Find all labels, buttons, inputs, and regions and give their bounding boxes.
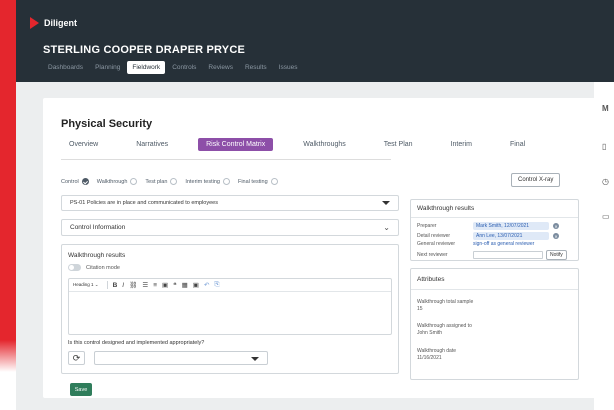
chevron-down-icon: ⌄ [94, 282, 99, 287]
attribute-item: Walkthrough total sample 15 [417, 299, 474, 312]
attribute-item: Walkthrough date 11/16/2021 [417, 348, 457, 361]
policy-select[interactable]: PS-01 Policies are in place and communic… [61, 195, 399, 211]
side-panel-title-fragment: M [602, 104, 609, 113]
attributes-panel: Attributes Walkthrough total sample 15 W… [410, 268, 579, 380]
main-nav: Dashboards Planning Fieldwork Controls R… [43, 61, 302, 74]
citation-mode-toggle[interactable] [68, 264, 81, 271]
calendar-icon[interactable]: ▭ [602, 212, 610, 221]
caret-down-icon [382, 201, 390, 205]
quote-icon[interactable]: ❝ [173, 281, 177, 289]
general-reviewer-row: General reviewer sign-off as general rev… [417, 241, 535, 247]
filter-walkthrough[interactable]: Walkthrough [97, 178, 138, 185]
walkthrough-results-form: Walkthrough results Citation mode Headin… [61, 244, 399, 374]
bold-icon[interactable]: B [113, 282, 118, 289]
radio-circle-icon [222, 178, 230, 185]
citation-mode-label: Citation mode [86, 265, 120, 271]
tab-overview[interactable]: Overview [61, 138, 106, 151]
page-title: Physical Security [61, 118, 153, 130]
sign-off-link[interactable]: sign-off as general reviewer [473, 241, 534, 247]
walkthrough-results-panel: Walkthrough results Preparer Mark Smith,… [410, 199, 579, 261]
nav-reviews[interactable]: Reviews [203, 61, 238, 74]
brand-logo[interactable]: Diligent [30, 17, 77, 29]
design-question: Is this control designed and implemented… [68, 340, 205, 346]
bullet-list-icon[interactable]: ☰ [142, 281, 148, 289]
tab-narratives[interactable]: Narratives [128, 138, 176, 151]
side-panel-edge: M ▯ ◷ ▭ [594, 82, 614, 410]
remove-icon[interactable]: ✕ [553, 223, 559, 229]
attribute-item: Walkthrough assigned to John Smith [417, 323, 472, 336]
accordion-label: Control Information [70, 224, 126, 231]
preparer-row: Preparer Mark Smith, 12/07/2021 ✕ [417, 222, 559, 230]
detail-reviewer-row: Detail reviewer Ann Lee, 13/07/2021 ✕ [417, 232, 559, 240]
filter-interim-testing[interactable]: Interim testing [185, 178, 230, 185]
media-embed-icon[interactable]: ▣ [193, 281, 199, 289]
undo-icon[interactable]: ↶ [204, 281, 209, 289]
link-icon[interactable]: ⛓ [129, 281, 137, 289]
tab-divider [61, 159, 391, 160]
attributes-title: Attributes [417, 276, 445, 283]
remove-icon[interactable]: ✕ [553, 233, 559, 239]
tab-risk-control-matrix[interactable]: Risk Control Matrix [198, 138, 274, 151]
tab-walkthroughs[interactable]: Walkthroughs [295, 138, 354, 151]
italic-icon[interactable]: I [122, 282, 124, 289]
editor-toolbar: Heading 1 ⌄ B I ⛓ ☰ ≡ ▣ ❝ ▦ ▣ ↶ ⎘ [69, 279, 391, 292]
control-information-accordion[interactable]: Control Information ⌄ [61, 219, 399, 236]
image-icon[interactable]: ▣ [162, 281, 168, 289]
tab-final[interactable]: Final [502, 138, 533, 151]
content-shell: Physical Security Overview Narratives Ri… [16, 82, 614, 410]
nav-planning[interactable]: Planning [90, 61, 125, 74]
nav-dashboards[interactable]: Dashboards [43, 61, 88, 74]
next-reviewer-row: Next reviewer Notify [417, 250, 567, 260]
filter-final-testing[interactable]: Final testing [238, 178, 278, 185]
results-panel-title: Walkthrough results [417, 205, 475, 212]
logo-mark-icon [30, 17, 39, 29]
radio-circle-icon [130, 178, 138, 185]
stage-filters: Control Walkthrough Test plan Interim te… [61, 178, 282, 185]
redo-icon[interactable]: ⎘ [214, 281, 219, 289]
policy-select-value: PS-01 Policies are in place and communic… [70, 200, 218, 206]
numbered-list-icon[interactable]: ≡ [153, 282, 157, 289]
nav-results[interactable]: Results [240, 61, 272, 74]
radio-circle-icon [270, 178, 278, 185]
walkthrough-title: Walkthrough results [68, 252, 126, 259]
nav-controls[interactable]: Controls [167, 61, 201, 74]
table-icon[interactable]: ▦ [182, 281, 188, 289]
tab-test-plan[interactable]: Test Plan [376, 138, 421, 151]
caret-down-icon [251, 357, 259, 361]
radio-circle-icon [170, 178, 178, 185]
nav-issues[interactable]: Issues [274, 61, 303, 74]
filter-test-plan[interactable]: Test plan [145, 178, 178, 185]
clock-icon[interactable]: ◷ [602, 177, 609, 186]
tab-bar: Overview Narratives Risk Control Matrix … [61, 138, 555, 151]
main-card: Physical Security Overview Narratives Ri… [43, 98, 610, 398]
brand-name: Diligent [44, 18, 77, 28]
document-icon[interactable]: ▯ [602, 142, 606, 151]
filter-control[interactable]: Control [61, 178, 89, 185]
next-reviewer-input[interactable] [473, 251, 543, 259]
rich-text-editor[interactable]: Heading 1 ⌄ B I ⛓ ☰ ≡ ▣ ❝ ▦ ▣ ↶ ⎘ [68, 278, 392, 335]
control-xray-button[interactable]: Control X-ray [511, 173, 561, 187]
detail-reviewer-chip: Ann Lee, 13/07/2021 [473, 232, 549, 240]
chevron-down-icon: ⌄ [383, 223, 390, 232]
refresh-icon[interactable]: ⟳ [68, 351, 85, 365]
app-window: Diligent STERLING COOPER DRAPER PRYCE Da… [16, 0, 614, 410]
toolbar-separator [106, 281, 108, 289]
notify-button[interactable]: Notify [546, 250, 567, 260]
top-header: Diligent STERLING COOPER DRAPER PRYCE Da… [16, 0, 614, 82]
answer-select[interactable] [94, 351, 268, 365]
save-button[interactable]: Save [70, 383, 92, 396]
tab-interim[interactable]: Interim [443, 138, 480, 151]
organization-name: STERLING COOPER DRAPER PRYCE [43, 44, 245, 56]
nav-fieldwork[interactable]: Fieldwork [127, 61, 166, 74]
check-circle-icon [81, 178, 89, 185]
heading-select[interactable]: Heading 1 ⌄ [73, 282, 102, 288]
preparer-chip: Mark Smith, 12/07/2021 [473, 222, 549, 230]
